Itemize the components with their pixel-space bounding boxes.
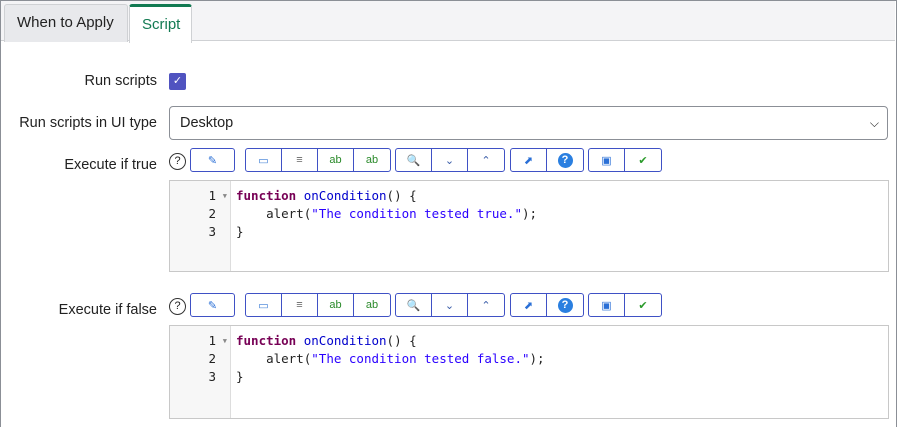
help-icon: ?	[557, 152, 573, 168]
tab-script[interactable]: Script	[129, 4, 192, 43]
line-number: 2	[208, 351, 216, 366]
comment-button[interactable]: ▭	[246, 294, 282, 316]
toolbar-group: ✎	[190, 148, 235, 172]
run-scripts-label: Run scripts	[84, 73, 157, 89]
tab-when-to-apply[interactable]: When to Apply	[4, 4, 128, 42]
search-icon: 🔍	[406, 154, 421, 167]
previous-icon: ⌃	[481, 299, 491, 312]
save-icon: ▣	[601, 154, 612, 167]
fullscreen-button[interactable]: ⬈	[511, 149, 547, 171]
code[interactable]: function onCondition() { alert("The cond…	[236, 187, 537, 241]
format-icon: ≡	[296, 299, 303, 311]
replace-all-button[interactable]: ab	[354, 149, 390, 171]
syntax-check-button[interactable]: ✔	[625, 294, 661, 316]
save-button[interactable]: ▣	[589, 294, 625, 316]
help-button[interactable]: ?	[547, 149, 583, 171]
line-number: 3	[208, 369, 216, 384]
toolbar-group: ▣ ✔	[588, 293, 662, 317]
code-text: () {	[386, 188, 417, 203]
toolbar-group: 🔍 ⌄ ⌃	[395, 293, 505, 317]
line-number: 3	[208, 224, 216, 239]
toolbar-group: ▣ ✔	[588, 148, 662, 172]
code-keyword: function	[236, 333, 297, 348]
search-icon: 🔍	[406, 299, 421, 312]
ui-type-value: Desktop	[180, 115, 234, 131]
search-button[interactable]: 🔍	[396, 294, 432, 316]
line-gutter: 1 ▼ 2 3	[170, 181, 231, 271]
toolbar-group: ⬈?	[510, 293, 584, 317]
code-text: );	[521, 206, 538, 221]
syntax-check-icon: ✔	[638, 299, 648, 312]
replace-button[interactable]: ab	[318, 294, 354, 316]
line-number: 1 ▼	[208, 333, 227, 348]
code-text: alert(	[236, 351, 312, 366]
help-icon[interactable]: ?	[169, 298, 186, 315]
help-icon: ?	[557, 297, 573, 313]
replace-all-icon: ab	[365, 154, 379, 166]
replace-icon: ab	[329, 154, 342, 166]
comment-icon: ▭	[258, 299, 269, 312]
execute-if-true-label: Execute if true	[64, 157, 157, 173]
format-button[interactable]: ≡	[282, 294, 318, 316]
ui-type-select[interactable]: Desktop ⌵	[169, 106, 888, 140]
line-number: 2	[208, 206, 216, 221]
code-keyword: function	[236, 188, 297, 203]
fullscreen-button[interactable]: ⬈	[511, 294, 547, 316]
previous-icon: ⌃	[481, 154, 491, 167]
fullscreen-icon: ⬈	[523, 299, 534, 312]
toolbar-group: 🔍 ⌄ ⌃	[395, 148, 505, 172]
replace-icon: ab	[329, 299, 342, 311]
code-function: onCondition	[303, 333, 387, 348]
line-number: 1 ▼	[208, 188, 227, 203]
tab-bar: When to Apply Script	[1, 1, 895, 43]
line-gutter: 1 ▼ 2 3	[170, 326, 231, 418]
toolbar-group: ▭ ≡ ab ab	[245, 148, 391, 172]
script-assist-icon: ✎	[207, 299, 218, 312]
ui-type-label: Run scripts in UI type	[19, 115, 157, 131]
code-string: "The condition tested false."	[311, 351, 530, 366]
run-scripts-checkbox[interactable]: ✓	[169, 73, 186, 90]
next-button[interactable]: ⌄	[432, 149, 468, 171]
replace-all-icon: ab	[365, 299, 379, 311]
next-icon: ⌄	[444, 154, 455, 167]
syntax-check-button[interactable]: ✔	[625, 149, 661, 171]
false-script-editor[interactable]: 1 ▼ 2 3 function onCondition() { alert("T…	[169, 325, 889, 419]
fullscreen-icon: ⬈	[523, 154, 534, 167]
toolbar-group: ▭ ≡ ab ab	[245, 293, 391, 317]
code-string: "The condition tested true."	[311, 206, 522, 221]
replace-all-button[interactable]: ab	[354, 294, 390, 316]
comment-button[interactable]: ▭	[246, 149, 282, 171]
previous-button[interactable]: ⌃	[468, 149, 504, 171]
code-text: );	[529, 351, 545, 366]
format-button[interactable]: ≡	[282, 149, 318, 171]
replace-button[interactable]: ab	[318, 149, 354, 171]
save-button[interactable]: ▣	[589, 149, 625, 171]
execute-if-false-label: Execute if false	[58, 302, 157, 318]
toolbar-group: ✎	[190, 293, 235, 317]
code-text: () {	[386, 333, 417, 348]
code-text: alert(	[236, 206, 312, 221]
syntax-check-icon: ✔	[638, 154, 648, 167]
code-function: onCondition	[303, 188, 387, 203]
code[interactable]: function onCondition() { alert("The cond…	[236, 332, 545, 386]
format-icon: ≡	[296, 154, 303, 166]
next-button[interactable]: ⌄	[432, 294, 468, 316]
help-icon[interactable]: ?	[169, 153, 186, 170]
script-assist-icon: ✎	[207, 154, 218, 167]
script-assist-button[interactable]: ✎	[191, 294, 234, 316]
next-icon: ⌄	[444, 299, 455, 312]
previous-button[interactable]: ⌃	[468, 294, 504, 316]
code-text: }	[236, 224, 244, 239]
search-button[interactable]: 🔍	[396, 149, 432, 171]
code-text: }	[236, 369, 244, 384]
comment-icon: ▭	[258, 154, 269, 167]
chevron-down-icon: ⌵	[869, 116, 879, 130]
save-icon: ▣	[601, 299, 612, 312]
toolbar-group: ⬈?	[510, 148, 584, 172]
true-script-editor[interactable]: 1 ▼ 2 3 function onCondition() { alert("T…	[169, 180, 889, 272]
script-assist-button[interactable]: ✎	[191, 149, 234, 171]
help-button[interactable]: ?	[547, 294, 583, 316]
